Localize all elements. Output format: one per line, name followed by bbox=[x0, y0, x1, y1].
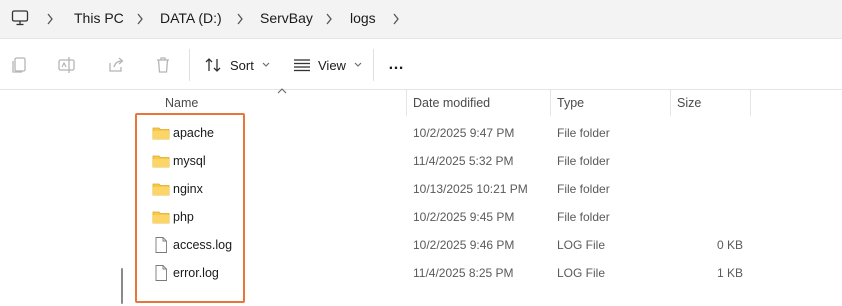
address-bar[interactable]: This PC DATA (D:) ServBay logs bbox=[0, 0, 842, 39]
rename-icon[interactable] bbox=[57, 55, 77, 75]
chevron-down-icon bbox=[354, 62, 362, 67]
breadcrumb-logs[interactable]: logs bbox=[350, 10, 376, 26]
column-header-date-modified[interactable]: Date modified bbox=[413, 90, 548, 116]
file-date: 10/2/2025 9:46 PM bbox=[413, 238, 515, 252]
file-type: LOG File bbox=[557, 238, 606, 252]
chevron-right-icon[interactable] bbox=[136, 13, 144, 25]
file-row-access-log[interactable]: access.log 10/2/2025 9:46 PM LOG File 0 … bbox=[138, 231, 842, 259]
file-row-nginx[interactable]: nginx 10/13/2025 10:21 PM File folder bbox=[138, 175, 842, 203]
view-button[interactable]: View bbox=[292, 53, 363, 77]
delete-icon[interactable] bbox=[153, 55, 173, 75]
more-options-button[interactable]: … bbox=[388, 53, 405, 77]
file-type: LOG File bbox=[557, 266, 606, 280]
file-icon bbox=[155, 237, 167, 253]
sort-icon bbox=[205, 58, 221, 72]
breadcrumb-data-drive[interactable]: DATA (D:) bbox=[160, 10, 222, 26]
column-divider[interactable] bbox=[550, 90, 551, 116]
navigation-scrollbar[interactable] bbox=[121, 268, 123, 304]
chevron-right-icon[interactable] bbox=[46, 13, 54, 25]
toolbar-divider bbox=[373, 49, 374, 81]
share-icon[interactable] bbox=[106, 55, 126, 75]
chevron-down-icon bbox=[262, 62, 270, 67]
file-row-error-log[interactable]: error.log 11/4/2025 8:25 PM LOG File 1 K… bbox=[138, 259, 842, 287]
file-date: 11/4/2025 8:25 PM bbox=[413, 266, 514, 280]
navigation-pane[interactable] bbox=[0, 90, 131, 306]
chevron-right-icon[interactable] bbox=[325, 13, 333, 25]
copy-icon[interactable] bbox=[9, 55, 29, 75]
column-header-size[interactable]: Size bbox=[677, 90, 747, 116]
column-divider[interactable] bbox=[670, 90, 671, 116]
sort-label: Sort bbox=[230, 57, 254, 73]
view-icon bbox=[294, 59, 310, 72]
file-name: nginx bbox=[173, 182, 203, 196]
column-header-name[interactable]: Name bbox=[165, 90, 405, 116]
chevron-right-icon[interactable] bbox=[392, 13, 400, 25]
file-row-php[interactable]: php 10/2/2025 9:45 PM File folder bbox=[138, 203, 842, 231]
sort-button[interactable]: Sort bbox=[204, 53, 271, 77]
folder-icon bbox=[152, 155, 170, 168]
column-header-type[interactable]: Type bbox=[557, 90, 667, 116]
file-type: File folder bbox=[557, 154, 610, 168]
breadcrumb-servbay[interactable]: ServBay bbox=[260, 10, 313, 26]
file-size: 0 KB bbox=[716, 238, 743, 252]
file-name: apache bbox=[173, 126, 215, 140]
chevron-right-icon[interactable] bbox=[236, 13, 244, 25]
file-name: access.log bbox=[173, 238, 233, 252]
toolbar-divider bbox=[189, 49, 190, 81]
column-divider[interactable] bbox=[406, 90, 407, 116]
folder-icon bbox=[152, 183, 170, 196]
file-type: File folder bbox=[557, 210, 610, 224]
file-icon bbox=[155, 265, 167, 281]
file-name: mysql bbox=[173, 154, 206, 168]
file-size: 1 KB bbox=[716, 266, 743, 280]
file-name: error.log bbox=[173, 266, 219, 280]
breadcrumb-this-pc[interactable]: This PC bbox=[74, 10, 124, 26]
file-type: File folder bbox=[557, 126, 610, 140]
file-type: File folder bbox=[557, 182, 610, 196]
folder-icon bbox=[152, 211, 170, 224]
file-date: 11/4/2025 5:32 PM bbox=[413, 154, 514, 168]
file-name: php bbox=[173, 210, 194, 224]
file-row-apache[interactable]: apache 10/2/2025 9:47 PM File folder bbox=[138, 119, 842, 147]
folder-icon bbox=[152, 127, 170, 140]
column-divider[interactable] bbox=[750, 90, 751, 116]
command-bar: Sort View … bbox=[0, 39, 842, 90]
file-row-mysql[interactable]: mysql 11/4/2025 5:32 PM File folder bbox=[138, 147, 842, 175]
file-date: 10/2/2025 9:47 PM bbox=[413, 126, 515, 140]
view-label: View bbox=[318, 57, 346, 73]
computer-icon[interactable] bbox=[11, 9, 29, 27]
file-date: 10/2/2025 9:45 PM bbox=[413, 210, 515, 224]
file-date: 10/13/2025 10:21 PM bbox=[413, 182, 528, 196]
